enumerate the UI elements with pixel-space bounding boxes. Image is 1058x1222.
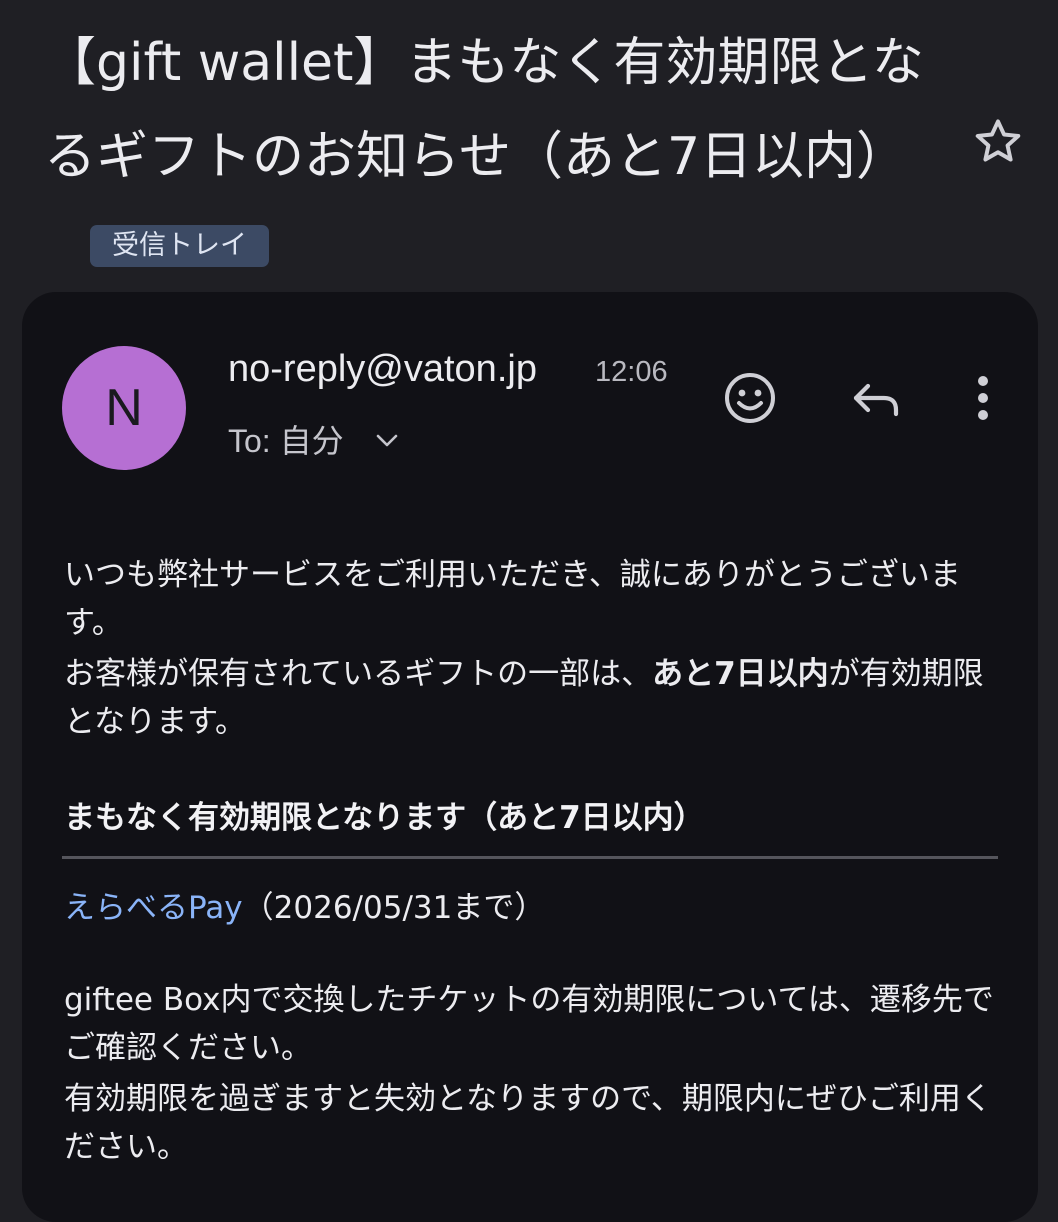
more-vert-icon[interactable]: [953, 368, 1013, 428]
inbox-label-chip[interactable]: 受信トレイ: [90, 225, 269, 267]
email-subject: 【gift wallet】まもなく有効期限となるギフトのお知らせ（あと7日以内）…: [44, 16, 944, 298]
subject-text: 【gift wallet】まもなく有効期限となるギフトのお知らせ（あと7日以内）: [44, 33, 924, 187]
message-time: 12:06: [595, 356, 668, 388]
to-prefix: To:: [228, 423, 271, 459]
gift-link[interactable]: えらべるPay: [64, 890, 243, 926]
sender-address[interactable]: no-reply@vaton.jp: [228, 348, 537, 391]
gift-item: えらべるPay（2026/05/31まで）: [64, 882, 545, 927]
recipient-line[interactable]: To: 自分: [228, 416, 400, 462]
notice-before: お客様が保有されているギフトの一部は、: [64, 656, 653, 692]
notice-paragraph: お客様が保有されているギフトの一部は、あと7日以内が有効期限となります。: [64, 650, 1004, 746]
divider: [62, 856, 998, 859]
footer-paragraph-2: 有効期限を過ぎますと失効となりますので、期限内にぜひご利用ください。: [64, 1081, 992, 1165]
section-title: まもなく有効期限となります（あと7日以内）: [64, 800, 705, 836]
to-value: 自分: [279, 423, 344, 459]
chevron-down-icon[interactable]: [374, 432, 400, 450]
gift-expiry: （2026/05/31まで）: [242, 890, 546, 926]
emoji-icon[interactable]: [720, 368, 780, 428]
avatar[interactable]: N: [62, 346, 186, 470]
greeting-paragraph: いつも弊社サービスをご利用いただき、誠にありがとうございます。: [64, 557, 961, 641]
star-icon[interactable]: [970, 114, 1026, 170]
notice-bold: あと7日以内: [652, 656, 829, 692]
reply-icon[interactable]: [846, 368, 906, 428]
footer-paragraph-1: giftee Box内で交換したチケットの有効期限については、遷移先でご確認くだ…: [64, 982, 994, 1066]
